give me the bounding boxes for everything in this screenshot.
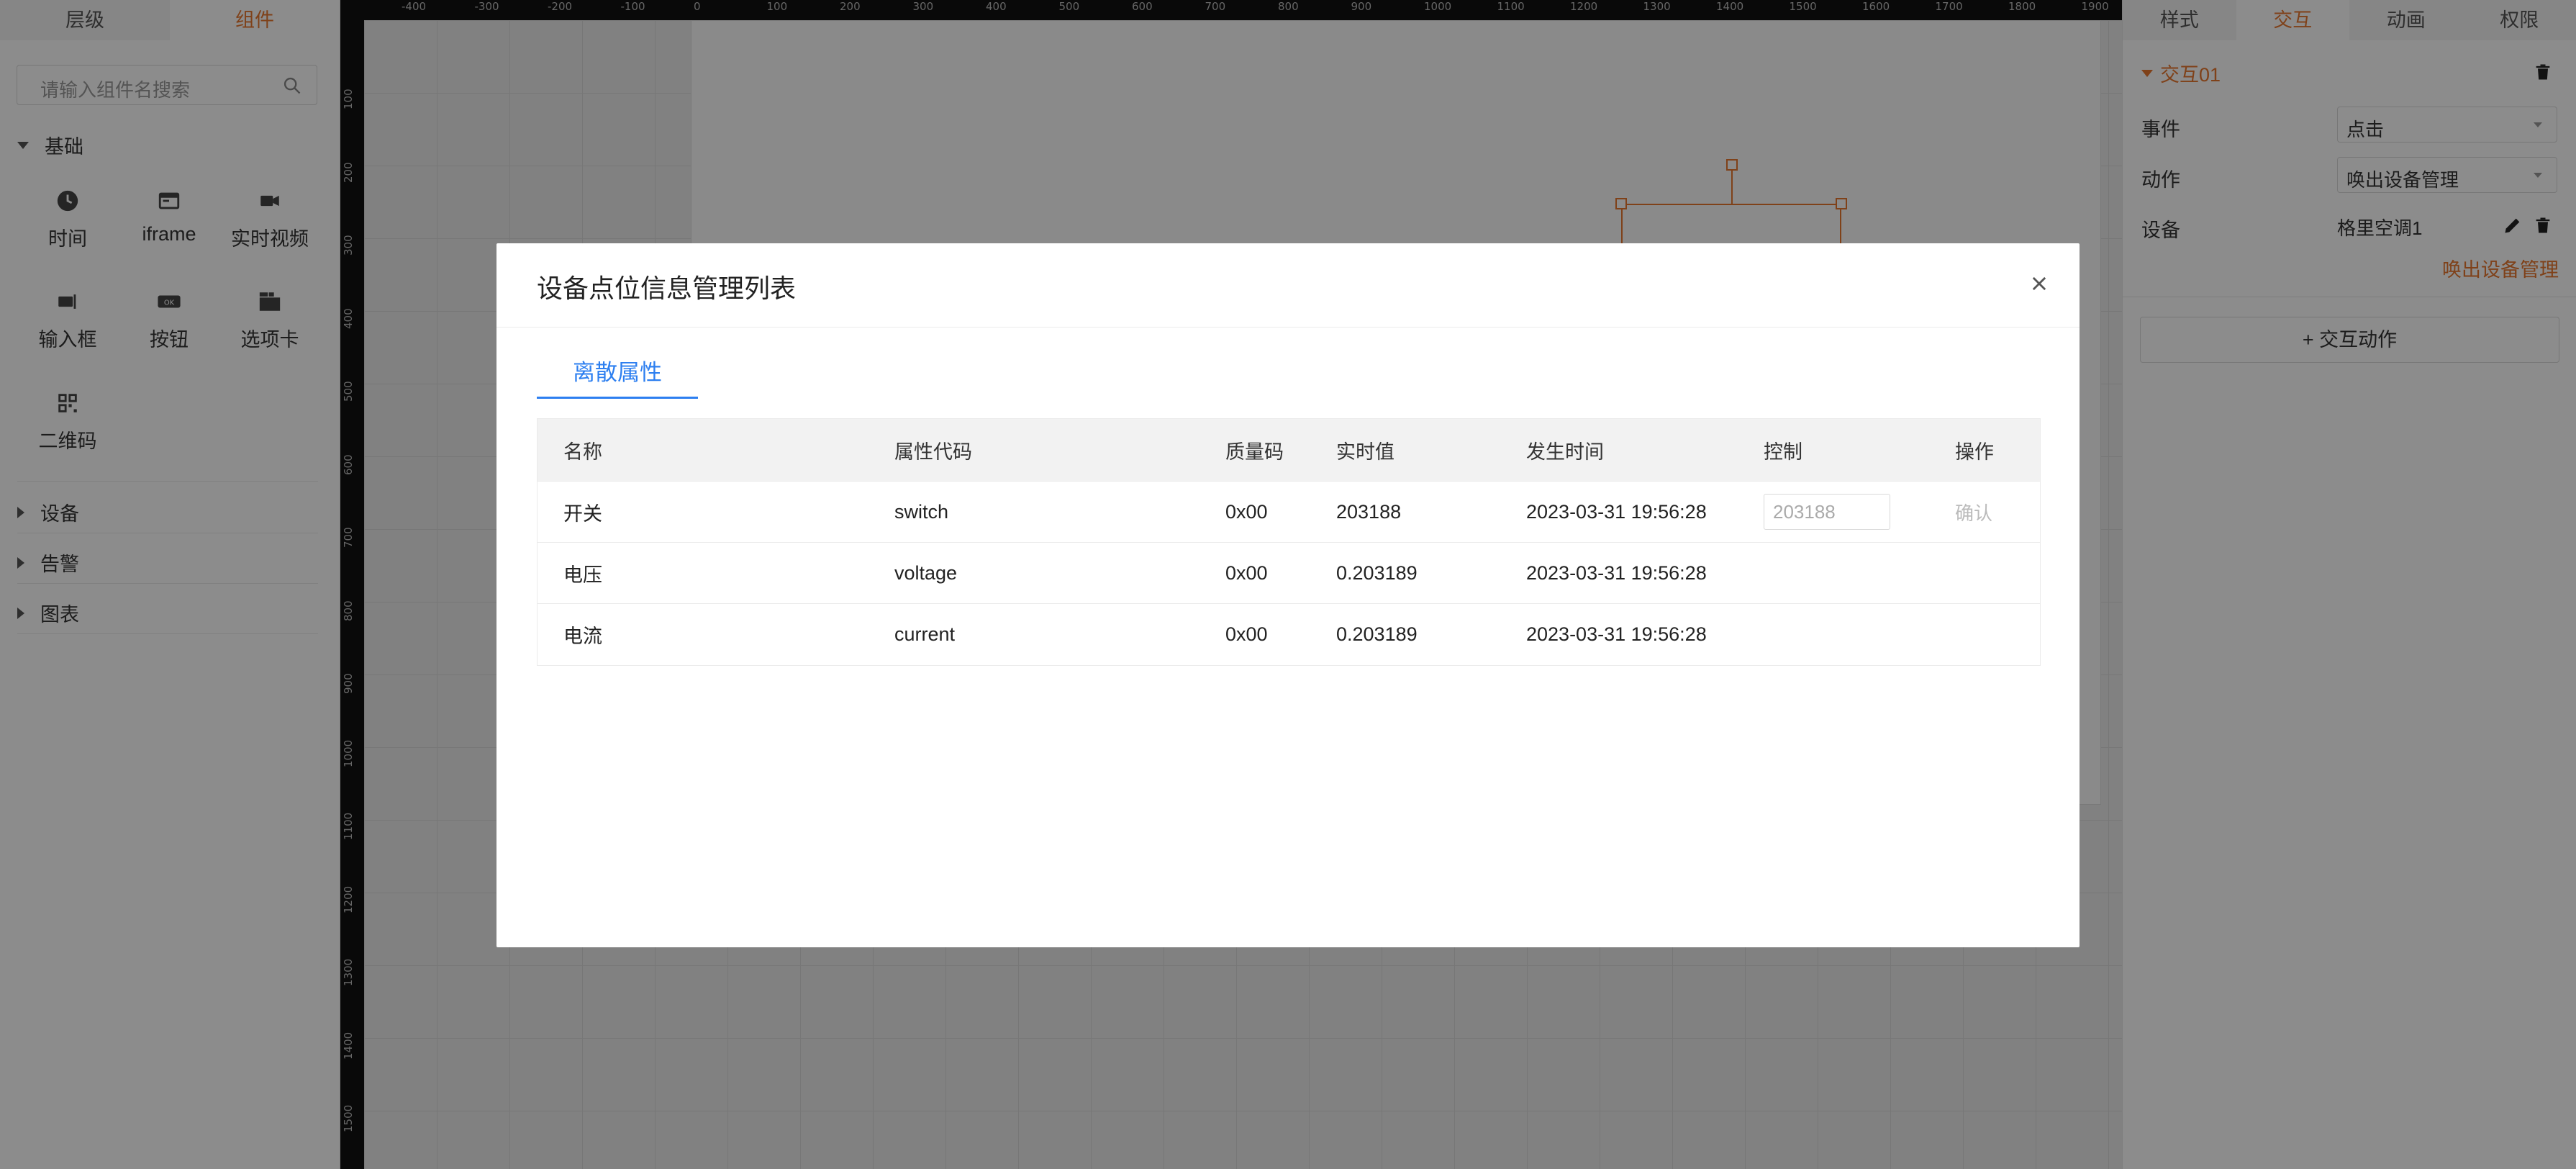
cell-control: 203188 xyxy=(1764,482,1890,542)
attribute-table: 名称 属性代码 质量码 实时值 发生时间 控制 操作 开关 switch 0x0… xyxy=(537,418,2041,666)
cell-value: 0.203189 xyxy=(1336,561,1418,584)
cell-quality: 0x00 xyxy=(1225,623,1268,645)
cell-name: 开关 xyxy=(563,502,602,525)
cell-name: 电压 xyxy=(563,564,602,586)
cell-code: voltage xyxy=(894,561,958,584)
cell-quality: 0x00 xyxy=(1225,500,1268,523)
cell-time: 2023-03-31 19:56:28 xyxy=(1526,623,1707,645)
tab-discrete-attributes[interactable]: 离散属性 xyxy=(537,354,698,399)
cell-value: 0.203189 xyxy=(1336,623,1418,645)
confirm-button[interactable]: 确认 xyxy=(1955,499,1992,525)
column-header-operation: 操作 xyxy=(1955,441,1994,463)
modal-header-divider xyxy=(496,327,2080,328)
column-header-value: 实时值 xyxy=(1336,441,1394,463)
cell-time: 2023-03-31 19:56:28 xyxy=(1526,561,1707,584)
cell-code: current xyxy=(894,623,956,645)
table-header-row: 名称 属性代码 质量码 实时值 发生时间 控制 操作 xyxy=(538,419,2040,482)
cell-name: 电流 xyxy=(563,626,602,647)
table-row: 开关 switch 0x00 203188 2023-03-31 19:56:2… xyxy=(538,482,2040,543)
column-header-control: 控制 xyxy=(1764,441,1802,463)
modal-title: 设备点位信息管理列表 xyxy=(537,274,797,303)
column-header-quality: 质量码 xyxy=(1225,441,1284,463)
cell-quality: 0x00 xyxy=(1225,561,1268,584)
column-header-time: 发生时间 xyxy=(1526,441,1604,463)
close-icon[interactable] xyxy=(2029,274,2049,294)
cell-operation: 确认 xyxy=(1955,482,1992,542)
control-value-input[interactable]: 203188 xyxy=(1764,494,1890,530)
device-point-modal: 设备点位信息管理列表 离散属性 名称 属性代码 质量码 实时值 发生时间 控制 … xyxy=(496,243,2080,947)
table-row: 电压 voltage 0x00 0.203189 2023-03-31 19:5… xyxy=(538,543,2040,604)
column-header-code: 属性代码 xyxy=(894,441,972,463)
column-header-name: 名称 xyxy=(563,441,602,463)
cell-code: switch xyxy=(894,500,949,523)
cell-time: 2023-03-31 19:56:28 xyxy=(1526,500,1707,523)
table-row: 电流 current 0x00 0.203189 2023-03-31 19:5… xyxy=(538,604,2040,665)
cell-value: 203188 xyxy=(1336,500,1402,523)
